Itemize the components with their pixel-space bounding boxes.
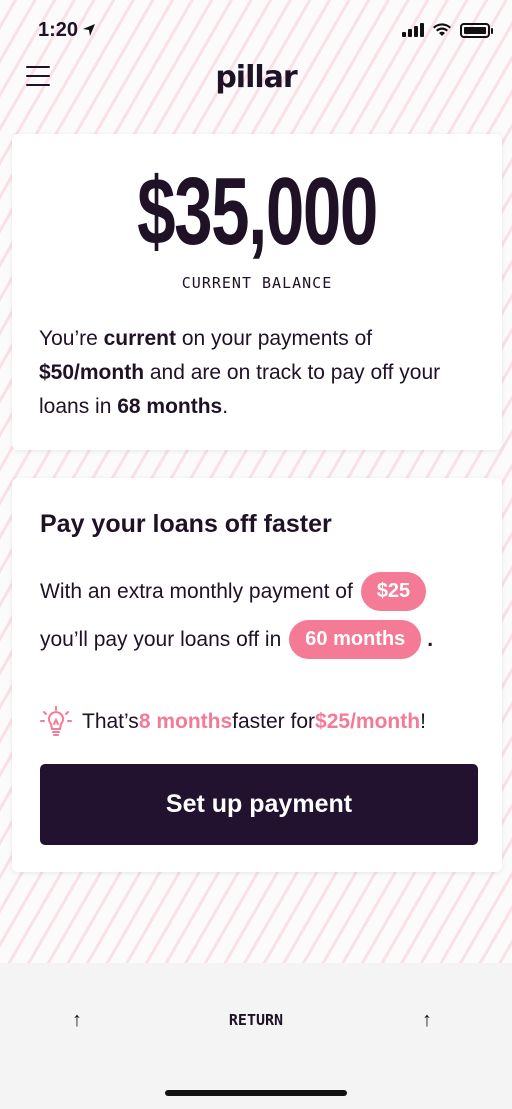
balance-amount: $35,000 xyxy=(137,158,378,265)
time-text: 1:20 xyxy=(38,18,79,41)
keyboard-accessory-bar: ↑ RETURN ↑ xyxy=(0,963,512,1109)
lightbulb-icon xyxy=(40,706,72,736)
home-indicator[interactable] xyxy=(165,1090,347,1096)
balance-card: $35,000 CURRENT BALANCE You’re current o… xyxy=(12,134,502,450)
balance-label: CURRENT BALANCE xyxy=(181,274,333,292)
location-arrow-icon xyxy=(83,24,96,36)
summary-text: You’re xyxy=(39,327,104,350)
summary-status: current xyxy=(103,327,176,350)
payoff-line: you’ll pay your loans off in 60 months . xyxy=(40,620,433,659)
summary-months: 68 months xyxy=(117,395,223,418)
return-key[interactable]: RETURN xyxy=(0,1011,512,1029)
summary-text: on your payments of xyxy=(175,327,373,350)
tip-text: ! xyxy=(420,710,426,733)
tip-text: That’s xyxy=(82,710,139,733)
status-icons xyxy=(402,22,493,38)
pillar-logo: pillar xyxy=(215,60,297,95)
nav-bar: pillar xyxy=(0,60,512,110)
extra-payment-text: With an extra monthly payment of xyxy=(40,579,353,603)
tip-months: 8 months xyxy=(138,710,233,733)
savings-tip: That’s 8 months faster for $25/month ! xyxy=(38,704,426,740)
hamburger-menu-icon[interactable] xyxy=(26,66,50,86)
status-time: 1:20 xyxy=(38,19,96,42)
battery-icon xyxy=(460,22,493,38)
extra-payment-line: With an extra monthly payment of $25 xyxy=(40,572,427,611)
cell-signal-icon xyxy=(402,23,424,37)
payoff-period: . xyxy=(427,627,434,651)
summary-text: . xyxy=(222,395,229,418)
pay-faster-title: Pay your loans off faster xyxy=(40,510,332,538)
extra-amount-pill[interactable]: $25 xyxy=(360,572,427,611)
balance-summary: You’re current on your payments of $50/m… xyxy=(39,322,479,424)
status-bar: 1:20 xyxy=(0,0,512,60)
wifi-icon xyxy=(433,23,451,36)
payoff-text: you’ll pay your loans off in xyxy=(40,627,282,651)
tip-text: faster for xyxy=(232,710,316,733)
summary-payment: $50/month xyxy=(39,361,145,384)
tip-amount: $25/month xyxy=(315,710,421,733)
payoff-months-pill[interactable]: 60 months xyxy=(289,620,422,659)
up-arrow-right-icon[interactable]: ↑ xyxy=(422,1009,432,1032)
pay-faster-card: Pay your loans off faster With an extra … xyxy=(12,478,502,872)
set-up-payment-button[interactable]: Set up payment xyxy=(40,764,478,845)
